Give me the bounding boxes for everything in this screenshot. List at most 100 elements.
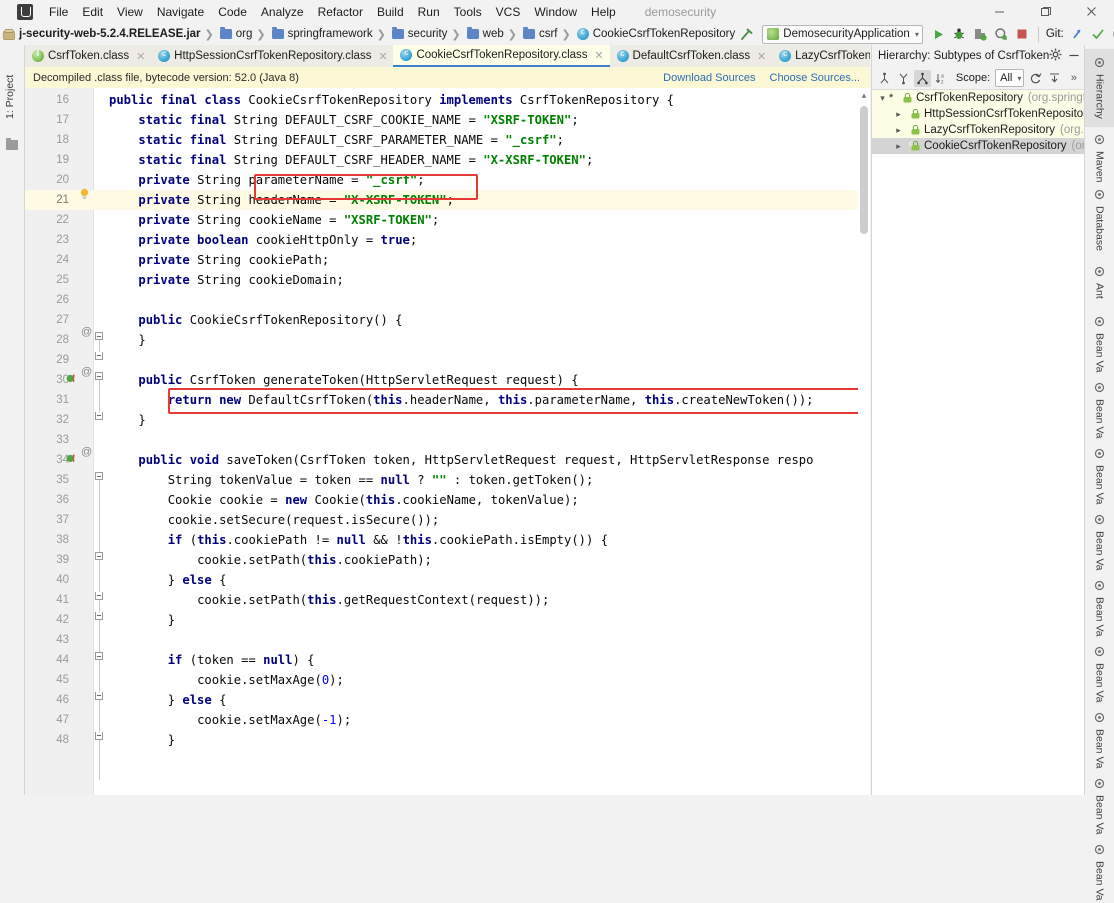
scrollbar-thumb[interactable] [860, 106, 868, 234]
code-line[interactable]: 25 private String cookieDomain; [25, 270, 870, 290]
code-editor[interactable]: 16public final class CookieCsrfTokenRepo… [25, 88, 870, 795]
editor-tab-cookiecsrftokenrepository[interactable]: CookieCsrfTokenRepository.class ✕ [393, 45, 609, 67]
line-code[interactable]: private String cookieDomain; [109, 270, 344, 290]
expand-chevron-icon[interactable]: ▸ [892, 141, 905, 152]
menu-item-tools[interactable]: Tools [447, 3, 489, 21]
maximize-button[interactable] [1022, 0, 1068, 23]
line-code[interactable]: public CsrfToken generateToken(HttpServl… [109, 370, 579, 390]
tool-window-tab-maven-1[interactable]: Maven [1085, 131, 1114, 185]
menu-item-file[interactable]: File [42, 3, 75, 21]
menu-item-navigate[interactable]: Navigate [150, 3, 211, 21]
tree-row-cookiecsrftokenrepository[interactable]: ▸ CookieCsrfTokenRepository (org [872, 138, 1086, 154]
menu-item-refactor[interactable]: Refactor [311, 3, 370, 21]
code-line[interactable]: 44 if (token == null) { [25, 650, 870, 670]
gear-icon[interactable] [1049, 48, 1062, 64]
fold-handle[interactable] [95, 732, 106, 743]
line-code[interactable]: static final String DEFAULT_CSRF_COOKIE_… [109, 110, 579, 130]
tool-window-tab-ant-3[interactable]: Ant [1085, 255, 1114, 309]
line-code[interactable]: cookie.setMaxAge(-1); [109, 710, 351, 730]
class-hierarchy-icon[interactable] [914, 70, 930, 87]
close-icon[interactable]: ✕ [756, 50, 767, 63]
code-content[interactable]: 16public final class CookieCsrfTokenRepo… [25, 88, 870, 795]
line-code[interactable]: static final String DEFAULT_CSRF_HEADER_… [109, 150, 593, 170]
override-marker-at[interactable]: @ [81, 446, 92, 458]
code-line[interactable]: 46 } else { [25, 690, 870, 710]
override-marker-at[interactable]: @ [81, 326, 92, 338]
editor-tab-lazycsrftokenrepository[interactable]: LazyCsrfTokenRepository.class ✕ [772, 45, 870, 67]
close-icon[interactable]: ✕ [594, 49, 605, 62]
line-code[interactable]: } [109, 610, 175, 630]
fold-handle[interactable] [95, 352, 106, 363]
supertypes-hierarchy-icon[interactable] [876, 70, 892, 87]
intention-bulb-icon[interactable] [79, 188, 90, 200]
breadcrumb-item-org[interactable]: org ❯ [219, 28, 271, 41]
refresh-icon[interactable] [1027, 70, 1043, 87]
override-marker-at[interactable]: @ [81, 366, 92, 378]
line-code[interactable]: cookie.setMaxAge(0); [109, 670, 344, 690]
tool-window-tab-bean-va-10[interactable]: Bean Va [1085, 709, 1114, 771]
menu-item-vcs[interactable]: VCS [489, 3, 528, 21]
breadcrumb-item-web[interactable]: web ❯ [466, 28, 522, 41]
code-line[interactable]: 29 [25, 350, 870, 370]
line-code[interactable]: static final String DEFAULT_CSRF_PARAMET… [109, 130, 564, 150]
line-code[interactable]: } else { [109, 690, 226, 710]
code-line[interactable]: 30 public CsrfToken generateToken(HttpSe… [25, 370, 870, 390]
breadcrumb-item-springframework[interactable]: springframework ❯ [271, 28, 391, 41]
code-line[interactable]: 17 static final String DEFAULT_CSRF_COOK… [25, 110, 870, 130]
tool-window-tab-bean-va-12[interactable]: Bean Va [1085, 841, 1114, 903]
run-coverage-button[interactable] [970, 24, 991, 44]
tool-window-tab-hierarchy-0[interactable]: Hierarchy [1085, 49, 1114, 127]
export-icon[interactable] [1047, 70, 1063, 87]
code-line[interactable]: 36 Cookie cookie = new Cookie(this.cooki… [25, 490, 870, 510]
fold-handle[interactable] [95, 652, 106, 663]
fold-handle[interactable] [95, 472, 106, 483]
expand-chevron-icon[interactable]: ▾ [876, 93, 889, 104]
line-code[interactable]: String tokenValue = token == null ? "" :… [109, 470, 593, 490]
code-line[interactable]: 45 cookie.setMaxAge(0); [25, 670, 870, 690]
debug-button[interactable] [949, 24, 970, 44]
code-line[interactable]: 33 [25, 430, 870, 450]
editor-tab-httpsessioncsrftokenrepository[interactable]: HttpSessionCsrfTokenRepository.class ✕ [151, 45, 393, 67]
run-configuration-selector[interactable]: DemosecurityApplication ▾ [762, 25, 923, 44]
code-line[interactable]: 40 } else { [25, 570, 870, 590]
line-code[interactable]: cookie.setPath(this.getRequestContext(re… [109, 590, 549, 610]
structure-folder-icon[interactable] [6, 140, 18, 150]
hierarchy-tree[interactable]: ▾ * CsrfTokenRepository (org.springf ▸ H… [872, 90, 1086, 208]
line-code[interactable]: } [109, 730, 175, 750]
tool-window-tab-bean-va-9[interactable]: Bean Va [1085, 643, 1114, 705]
code-line[interactable]: 42 } [25, 610, 870, 630]
subtypes-hierarchy-icon[interactable] [895, 70, 911, 87]
line-code[interactable]: private String cookieName = "XSRF-TOKEN"… [109, 210, 439, 230]
git-history-button[interactable] [1109, 24, 1114, 44]
code-line[interactable]: 37 cookie.setSecure(request.isSecure()); [25, 510, 870, 530]
code-line[interactable]: 27 public CookieCsrfTokenRepository() { [25, 310, 870, 330]
build-hammer-button[interactable] [736, 24, 757, 44]
code-line[interactable]: 32 } [25, 410, 870, 430]
minimize-icon[interactable] [1068, 49, 1080, 64]
code-line[interactable]: 28 } [25, 330, 870, 350]
line-code[interactable]: Cookie cookie = new Cookie(this.cookieNa… [109, 490, 579, 510]
git-commit-button[interactable] [1088, 24, 1109, 44]
close-icon[interactable]: ✕ [135, 50, 146, 63]
expand-chevron-icon[interactable]: ▸ [892, 109, 905, 120]
line-code[interactable]: cookie.setSecure(request.isSecure()); [109, 510, 439, 530]
code-line[interactable]: 18 static final String DEFAULT_CSRF_PARA… [25, 130, 870, 150]
fold-handle[interactable] [95, 612, 106, 623]
tool-window-tab-bean-va-5[interactable]: Bean Va [1085, 379, 1114, 441]
code-line[interactable]: 34 public void saveToken(CsrfToken token… [25, 450, 870, 470]
run-method-marker[interactable] [66, 372, 77, 387]
fold-handle[interactable] [95, 372, 106, 383]
breadcrumb-item-class[interactable]: CookieCsrfTokenRepository [576, 28, 737, 40]
code-line[interactable]: 19 static final String DEFAULT_CSRF_HEAD… [25, 150, 870, 170]
tool-window-project[interactable]: 1: Project [4, 55, 16, 119]
code-line[interactable]: 22 private String cookieName = "XSRF-TOK… [25, 210, 870, 230]
code-line[interactable]: 39 cookie.setPath(this.cookiePath); [25, 550, 870, 570]
line-code[interactable]: private String cookiePath; [109, 250, 329, 270]
scope-selector[interactable]: All ▾ [995, 69, 1024, 87]
tool-window-tab-database-2[interactable]: Database [1085, 189, 1114, 251]
fold-handle[interactable] [95, 692, 106, 703]
line-code[interactable]: public void saveToken(CsrfToken token, H… [109, 450, 813, 470]
tree-row-httpsessioncsrftokenrepository[interactable]: ▸ HttpSessionCsrfTokenRepository [872, 106, 1086, 122]
menu-item-edit[interactable]: Edit [75, 3, 110, 21]
scroll-up-chevron-icon[interactable]: ▴ [859, 90, 869, 101]
